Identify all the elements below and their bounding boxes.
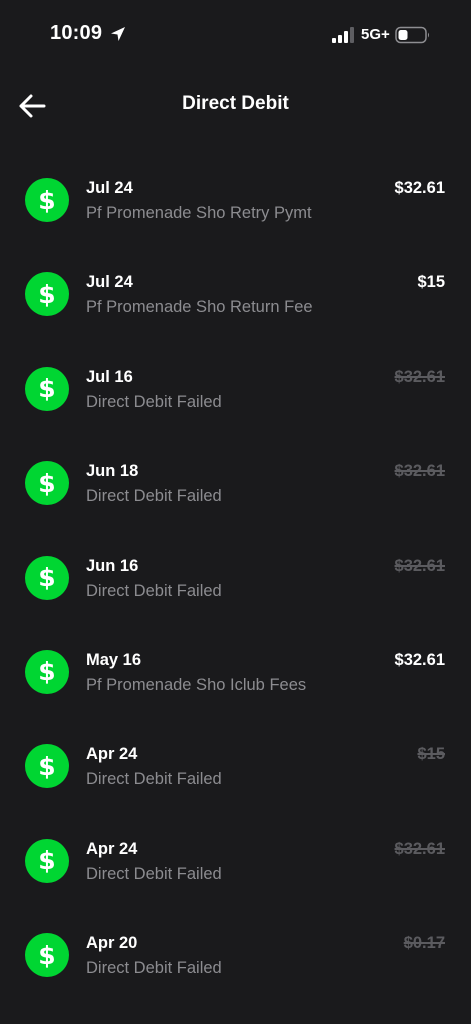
dollar-sign-icon: $ xyxy=(25,178,69,222)
cellular-signal-icon xyxy=(332,27,354,43)
transaction-date: Jul 16 xyxy=(86,367,133,386)
battery-icon xyxy=(395,26,429,44)
transaction-description: Pf Promenade Sho Return Fee xyxy=(86,298,313,317)
transaction-date: Apr 20 xyxy=(86,934,138,953)
direct-debit-screen: 10:09 5G+ Direct Debit $ Jul 24 Pf Promena… xyxy=(0,0,471,1024)
transaction-description: Pf Promenade Sho Retry Pymt xyxy=(86,204,312,222)
transaction-amount: $15 xyxy=(417,273,445,292)
transaction-date: Apr 24 xyxy=(86,745,138,764)
status-bar: 10:09 5G+ xyxy=(0,0,471,70)
dollar-sign-icon: $ xyxy=(25,461,69,506)
dollar-sign-icon: $ xyxy=(25,272,69,317)
transaction-row[interactable]: $ Apr 24 Direct Debit Failed $32.61 xyxy=(0,811,471,905)
dollar-sign-icon: $ xyxy=(25,649,69,694)
transaction-description: Direct Debit Failed xyxy=(86,581,222,600)
transaction-amount: $15 xyxy=(417,745,445,764)
transaction-date: May 16 xyxy=(86,650,142,669)
transaction-row[interactable]: $ Jul 24 Pf Promenade Sho Retry Pymt $32.61 xyxy=(0,150,471,244)
transaction-amount: $32.61 xyxy=(394,367,445,386)
transaction-amount: $32.61 xyxy=(394,556,445,575)
transaction-date: Apr 24 xyxy=(86,839,138,858)
transaction-row[interactable]: $ Jul 24 Pf Promenade Sho Return Fee $15 xyxy=(0,244,471,338)
transaction-row[interactable]: $ May 16 Pf Promenade Sho Iclub Fees $32.61 xyxy=(0,622,471,716)
transaction-description: Direct Debit Failed xyxy=(86,770,222,789)
transaction-row[interactable]: $ Apr 24 Direct Debit Failed $15 xyxy=(0,716,471,810)
transaction-date: Jul 24 xyxy=(86,179,133,197)
transaction-description: Direct Debit Failed xyxy=(86,864,222,883)
transaction-description: Pf Promenade Sho Iclub Fees xyxy=(86,675,307,694)
dollar-sign-icon: $ xyxy=(25,555,69,600)
status-time: 10:09 xyxy=(50,22,103,44)
location-arrow-icon xyxy=(111,27,125,41)
transaction-list: $ Jul 24 Pf Promenade Sho Retry Pymt $32.61… xyxy=(0,150,471,1000)
transaction-amount: $32.61 xyxy=(394,179,445,197)
dollar-sign-icon: $ xyxy=(25,933,69,978)
transaction-row[interactable]: $ Jul 16 Direct Debit Failed $32.61 xyxy=(0,339,471,433)
transaction-amount: $0.17 xyxy=(403,934,445,953)
transaction-description: Direct Debit Failed xyxy=(86,959,222,978)
page-title: Direct Debit xyxy=(182,93,289,114)
network-type: 5G+ xyxy=(361,26,390,43)
transaction-row[interactable]: $ Jun 18 Direct Debit Failed $32.61 xyxy=(0,433,471,527)
transaction-date: Jun 18 xyxy=(86,462,139,481)
dollar-sign-icon: $ xyxy=(25,838,69,883)
transaction-amount: $32.61 xyxy=(394,462,445,481)
transaction-description: Direct Debit Failed xyxy=(86,487,222,506)
dollar-sign-icon: $ xyxy=(25,366,69,411)
transaction-date: Jun 16 xyxy=(86,556,139,575)
dollar-sign-icon: $ xyxy=(25,744,69,789)
transaction-row[interactable]: $ Jun 16 Direct Debit Failed $32.61 xyxy=(0,528,471,622)
transaction-date: Jul 24 xyxy=(86,273,133,292)
transaction-amount: $32.61 xyxy=(394,839,445,858)
transaction-row[interactable]: $ Apr 20 Direct Debit Failed $0.17 xyxy=(0,905,471,999)
transaction-amount: $32.61 xyxy=(394,650,445,669)
transaction-description: Direct Debit Failed xyxy=(86,392,222,411)
